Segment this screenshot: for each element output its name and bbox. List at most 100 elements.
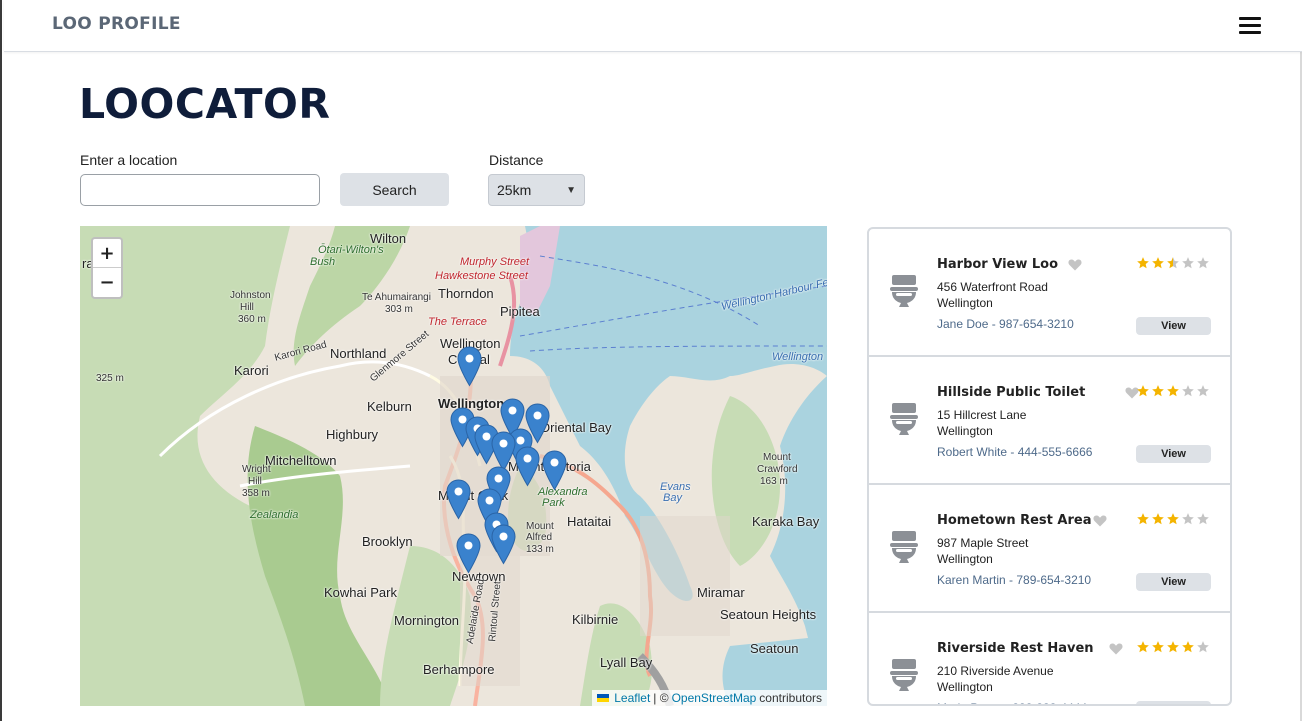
rating-stars bbox=[1136, 256, 1210, 270]
star-icon bbox=[1182, 641, 1194, 653]
map-view[interactable]: Wilton Ōtari-Wilton's Bush Murphy Street… bbox=[80, 226, 827, 706]
result-contact: Karen Martin - 789-654-3210 bbox=[937, 573, 1092, 587]
favorite-heart-icon[interactable] bbox=[1093, 515, 1107, 527]
star-icon bbox=[1137, 385, 1149, 397]
map-label: Crawford bbox=[757, 464, 798, 475]
star-icon bbox=[1197, 641, 1209, 653]
map-label: Seatoun Heights bbox=[720, 607, 817, 622]
map-label: Mitchelltown bbox=[265, 453, 337, 468]
map-label: 163 m bbox=[760, 476, 788, 487]
map-label: Bush bbox=[310, 256, 336, 268]
result-contact: Maria Perez - 888-333-4444 bbox=[937, 701, 1087, 704]
star-icon bbox=[1137, 257, 1149, 269]
result-city: Wellington bbox=[937, 296, 993, 310]
map-label: Lyall Bay bbox=[600, 655, 653, 670]
result-name: Hometown Rest Area bbox=[937, 513, 1092, 528]
map-marker-icon[interactable] bbox=[542, 450, 567, 491]
search-button[interactable]: Search bbox=[340, 173, 449, 206]
map-label: Seatoun bbox=[750, 641, 799, 656]
distance-selected-value: 25km bbox=[497, 182, 532, 198]
map-label: 303 m bbox=[385, 304, 413, 315]
map-label: 358 m bbox=[242, 488, 270, 499]
star-icon bbox=[1152, 641, 1164, 653]
map-label: Wright bbox=[242, 464, 271, 475]
result-address: 456 Waterfront Road Wellington bbox=[937, 279, 1048, 311]
map-label: Hill bbox=[248, 476, 262, 487]
map-label: Kowhai Park bbox=[324, 585, 397, 600]
distance-label: Distance bbox=[489, 152, 544, 168]
result-address: 15 Hillcrest Lane Wellington bbox=[937, 407, 1026, 439]
zoom-in-button[interactable]: + bbox=[93, 239, 121, 268]
map-label: Park bbox=[542, 497, 565, 509]
view-button[interactable]: View bbox=[1136, 701, 1211, 704]
map-label: Brooklyn bbox=[362, 534, 413, 549]
top-navbar: LOO PROFILE bbox=[4, 0, 1302, 52]
map-label: Mount bbox=[763, 452, 791, 463]
page-title: LOOCATOR bbox=[79, 80, 331, 128]
map-label: Zealandia bbox=[250, 509, 299, 521]
result-address: 987 Maple Street Wellington bbox=[937, 535, 1028, 567]
map-marker-icon[interactable] bbox=[456, 533, 481, 574]
map-label: Hawkestone Street bbox=[435, 270, 528, 282]
star-icon bbox=[1167, 257, 1179, 269]
star-icon bbox=[1197, 513, 1209, 525]
hamburger-menu-icon[interactable] bbox=[1239, 14, 1261, 36]
star-icon bbox=[1137, 641, 1149, 653]
result-card: Riverside Rest Haven 210 Riverside Avenu… bbox=[869, 613, 1230, 704]
toilet-icon bbox=[890, 403, 918, 435]
leaflet-link[interactable]: Leaflet bbox=[614, 691, 650, 705]
map-label: Johnston bbox=[230, 290, 271, 301]
map-label: Bay bbox=[663, 492, 682, 504]
map-label: Kilbirnie bbox=[572, 612, 619, 627]
distance-select[interactable]: 25km ▼ bbox=[488, 174, 585, 206]
brand-logo[interactable]: LOO PROFILE bbox=[52, 14, 181, 34]
favorite-heart-icon[interactable] bbox=[1109, 643, 1123, 655]
view-button[interactable]: View bbox=[1136, 445, 1211, 463]
star-icon bbox=[1152, 257, 1164, 269]
map-marker-icon[interactable] bbox=[515, 446, 540, 487]
result-city: Wellington bbox=[937, 680, 993, 694]
map-attribution: Leaflet | © OpenStreetMap contributors bbox=[592, 690, 827, 706]
map-marker-icon[interactable] bbox=[446, 479, 471, 520]
result-address: 210 Riverside Avenue Wellington bbox=[937, 663, 1054, 695]
star-icon bbox=[1167, 513, 1179, 525]
star-icon bbox=[1137, 513, 1149, 525]
result-contact: Jane Doe - 987-654-3210 bbox=[937, 317, 1074, 331]
attribution-suffix: contributors bbox=[759, 691, 822, 705]
map-label: Berhampore bbox=[423, 662, 495, 677]
map-label: Hill bbox=[240, 302, 254, 313]
result-contact: Robert White - 444-555-6666 bbox=[937, 445, 1093, 459]
map-label: 325 m bbox=[96, 373, 124, 384]
star-icon bbox=[1167, 385, 1179, 397]
map-marker-icon[interactable] bbox=[457, 346, 482, 387]
result-street: 456 Waterfront Road bbox=[937, 280, 1048, 294]
location-input[interactable] bbox=[80, 174, 320, 206]
map-label: Murphy Street bbox=[460, 256, 530, 268]
map-label: Miramar bbox=[697, 585, 745, 600]
map-label: Te Ahumairangi bbox=[362, 292, 431, 303]
zoom-out-button[interactable]: − bbox=[93, 268, 121, 297]
star-icon bbox=[1182, 257, 1194, 269]
results-list[interactable]: Harbor View Loo 456 Waterfront Road Well… bbox=[867, 227, 1232, 706]
map-marker-icon[interactable] bbox=[491, 524, 516, 565]
favorite-heart-icon[interactable] bbox=[1068, 259, 1082, 271]
chevron-down-icon: ▼ bbox=[566, 184, 576, 196]
star-icon bbox=[1182, 513, 1194, 525]
toilet-icon bbox=[890, 275, 918, 307]
rating-stars bbox=[1136, 640, 1210, 654]
openstreetmap-link[interactable]: OpenStreetMap bbox=[672, 691, 757, 705]
result-name: Harbor View Loo bbox=[937, 257, 1059, 272]
rating-stars bbox=[1136, 384, 1210, 398]
result-city: Wellington bbox=[937, 424, 993, 438]
map-label: Hataitai bbox=[567, 514, 612, 529]
view-button[interactable]: View bbox=[1136, 573, 1211, 591]
star-icon bbox=[1167, 641, 1179, 653]
map-label: Highbury bbox=[326, 427, 379, 442]
result-street: 210 Riverside Avenue bbox=[937, 664, 1054, 678]
app-frame: LOO PROFILE LOOCATOR Enter a location Se… bbox=[0, 0, 1302, 721]
result-name: Hillside Public Toilet bbox=[937, 385, 1086, 400]
toilet-icon bbox=[890, 659, 918, 691]
result-card: Harbor View Loo 456 Waterfront Road Well… bbox=[869, 229, 1230, 357]
view-button[interactable]: View bbox=[1136, 317, 1211, 335]
star-icon bbox=[1182, 385, 1194, 397]
